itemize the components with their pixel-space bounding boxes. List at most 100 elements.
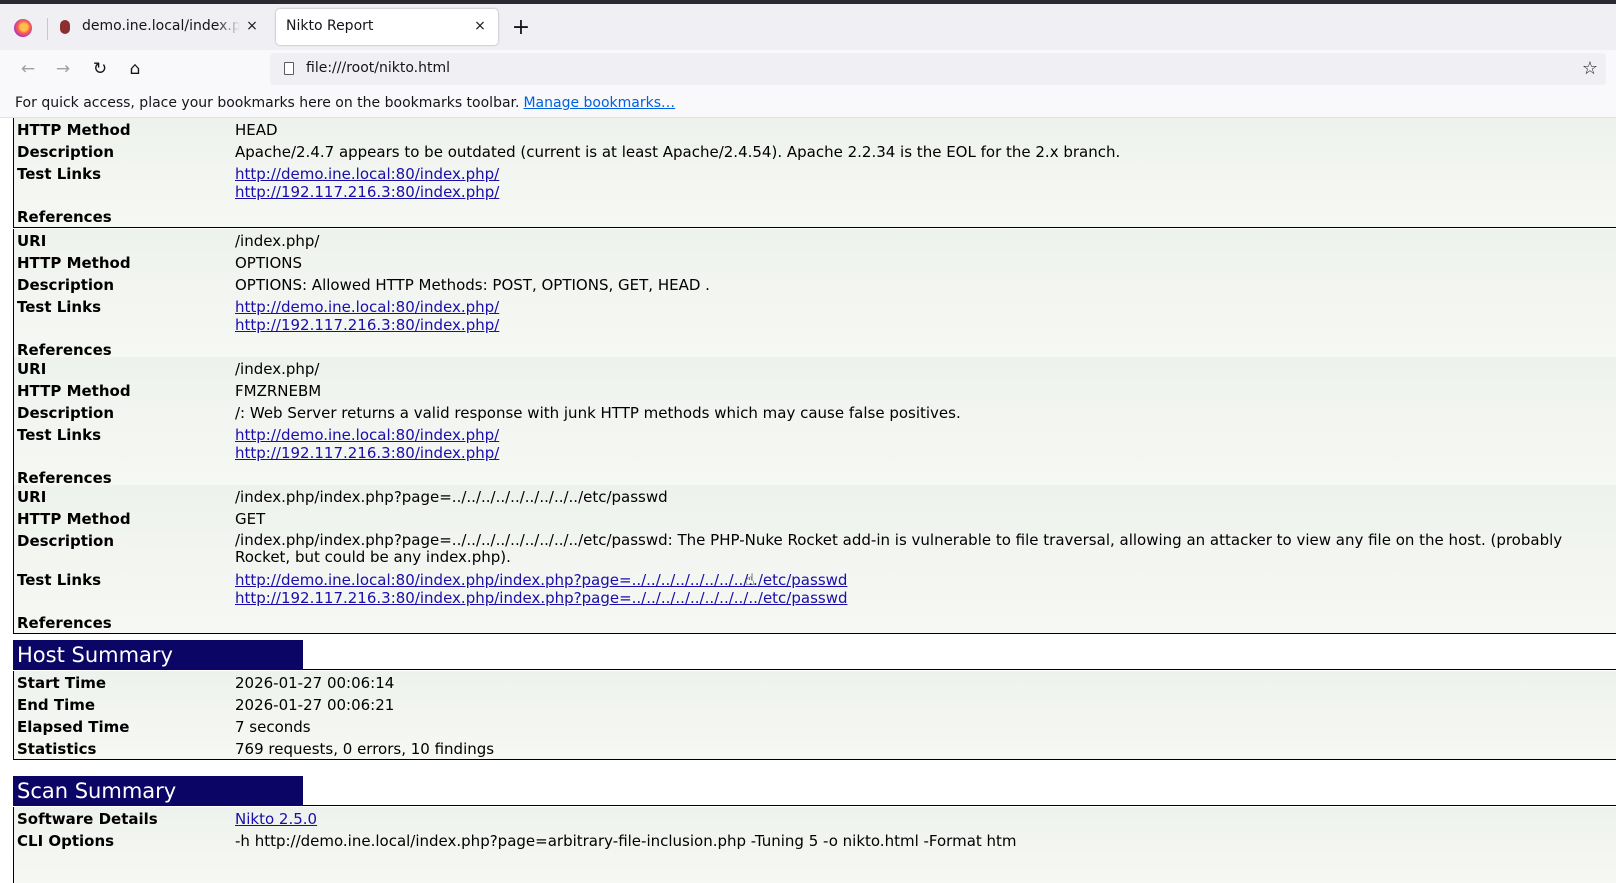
uri-value: /index.php/ [235, 232, 320, 250]
host-summary-row: Start Time 2026-01-27 00:06:14 [14, 671, 1616, 693]
test-links-row: Test Links http://demo.ine.local:80/inde… [14, 423, 1616, 462]
uri-row: URI /index.php/ [14, 229, 1616, 251]
description-row: Description /: Web Server returns a vali… [14, 401, 1616, 423]
test-links-label: Test Links [17, 298, 102, 316]
test-links: http://demo.ine.local:80/index.php/index… [235, 571, 1595, 607]
software-details-value: Nikto 2.5.0 [235, 810, 1595, 828]
description-label: Description [17, 276, 115, 294]
test-link[interactable]: http://192.117.216.3:80/index.php/index.… [235, 589, 1595, 607]
finding-table: HTTP Method HEAD Description Apache/2.4.… [13, 118, 1616, 228]
description-row: Description Apache/2.4.7 appears to be o… [14, 140, 1616, 162]
section-divider [303, 805, 1616, 806]
test-links-row: Test Links http://demo.ine.local:80/inde… [14, 568, 1616, 607]
hand-cursor-icon: ☝ [745, 570, 755, 589]
references-row: References [14, 201, 1616, 227]
uri-row: URI /index.php/ [14, 357, 1616, 379]
url-text[interactable]: file:///root/nikto.html [306, 60, 450, 76]
page-content: HTTP Method HEAD Description Apache/2.4.… [0, 118, 1616, 883]
bookmarks-hint: For quick access, place your bookmarks h… [15, 95, 675, 111]
tab-title: demo.ine.local/index.php?page=arbitrary-… [82, 18, 240, 34]
bookmarks-hint-text: For quick access, place your bookmarks h… [15, 95, 520, 111]
test-links: http://demo.ine.local:80/index.php/ http… [235, 298, 1595, 334]
finding-table: URI /index.php/index.php?page=../../../.… [13, 485, 1616, 634]
firefox-menu-icon[interactable] [14, 19, 32, 37]
back-button[interactable]: ← [16, 58, 40, 80]
forward-button[interactable]: → [51, 58, 75, 80]
method-label: HTTP Method [17, 510, 131, 528]
url-bar[interactable]: file:///root/nikto.html ☆ [270, 53, 1606, 85]
description-row: Description OPTIONS: Allowed HTTP Method… [14, 273, 1616, 295]
test-link[interactable]: http://192.117.216.3:80/index.php/ [235, 444, 1595, 462]
method-value: GET [235, 510, 266, 528]
host-summary-row: Statistics 769 requests, 0 errors, 10 fi… [14, 737, 1616, 759]
method-value: OPTIONS [235, 254, 302, 272]
method-row: HTTP Method HEAD [14, 118, 1616, 140]
test-links: http://demo.ine.local:80/index.php/ http… [235, 426, 1595, 462]
page-icon [284, 62, 294, 75]
uri-label: URI [17, 488, 47, 506]
software-link[interactable]: Nikto 2.5.0 [235, 810, 1595, 828]
test-links-label: Test Links [17, 571, 102, 589]
elapsed-time-label: Elapsed Time [17, 718, 130, 736]
method-label: HTTP Method [17, 254, 131, 272]
test-link[interactable]: http://demo.ine.local:80/index.php/index… [235, 571, 1595, 589]
references-label: References [17, 208, 112, 226]
scan-summary-header: Scan Summary [13, 776, 303, 806]
start-time-label: Start Time [17, 674, 107, 692]
method-row: HTTP Method FMZRNEBM [14, 379, 1616, 401]
tab-nikto-report[interactable]: Nikto Report × [276, 9, 498, 45]
cli-options-label: CLI Options [17, 832, 115, 850]
host-summary-row: End Time 2026-01-27 00:06:21 [14, 693, 1616, 715]
test-links-label: Test Links [17, 165, 102, 183]
uri-value: /index.php/index.php?page=../../../../..… [235, 488, 668, 506]
method-row: HTTP Method OPTIONS [14, 251, 1616, 273]
method-value: HEAD [235, 121, 278, 139]
test-link[interactable]: http://demo.ine.local:80/index.php/ [235, 165, 1595, 183]
description-label: Description [17, 143, 115, 161]
tab-title: Nikto Report [286, 18, 374, 34]
test-links-row: Test Links http://demo.ine.local:80/inde… [14, 295, 1616, 334]
host-summary-header: Host Summary [13, 640, 303, 670]
scan-summary-title: Scan Summary [17, 779, 177, 803]
description-label: Description [17, 532, 115, 550]
method-label: HTTP Method [17, 382, 131, 400]
test-links: http://demo.ine.local:80/index.php/ http… [235, 165, 1595, 201]
description-value: Apache/2.4.7 appears to be outdated (cur… [235, 143, 1121, 161]
new-tab-button[interactable]: + [510, 17, 532, 39]
navigation-toolbar: ← → ↻ ⌂ file:///root/nikto.html ☆ [0, 50, 1616, 88]
description-value: /: Web Server returns a valid response w… [235, 404, 961, 422]
manage-bookmarks-link[interactable]: Manage bookmarks… [523, 95, 675, 111]
description-value: /index.php/index.php?page=../../../../..… [235, 531, 1563, 566]
test-links-label: Test Links [17, 426, 102, 444]
host-summary-row: Elapsed Time 7 seconds [14, 715, 1616, 737]
tab-close-icon[interactable]: × [470, 16, 490, 36]
uri-row: URI /index.php/index.php?page=../../../.… [14, 485, 1616, 507]
uri-label: URI [17, 360, 47, 378]
cli-options-value: -h http://demo.ine.local/index.php?page=… [235, 832, 1017, 850]
host-summary-table: Start Time 2026-01-27 00:06:14 End Time … [13, 671, 1616, 760]
method-value: FMZRNEBM [235, 382, 322, 400]
test-link[interactable]: http://192.117.216.3:80/index.php/ [235, 316, 1595, 334]
test-link[interactable]: http://192.117.216.3:80/index.php/ [235, 183, 1595, 201]
finding-table: URI /index.php/ HTTP Method FMZRNEBM Des… [13, 357, 1616, 489]
section-divider [303, 669, 1616, 670]
statistics-label: Statistics [17, 740, 97, 758]
uri-label: URI [17, 232, 47, 250]
bookmark-star-icon[interactable]: ☆ [1582, 58, 1598, 79]
scan-summary-row: Software Details Nikto 2.5.0 [14, 807, 1616, 829]
description-label: Description [17, 404, 115, 422]
software-details-label: Software Details [17, 810, 158, 828]
test-link[interactable]: http://demo.ine.local:80/index.php/ [235, 426, 1595, 444]
reload-button[interactable]: ↻ [88, 58, 112, 80]
test-link[interactable]: http://demo.ine.local:80/index.php/ [235, 298, 1595, 316]
home-button[interactable]: ⌂ [123, 58, 147, 80]
bookmarks-toolbar: For quick access, place your bookmarks h… [0, 88, 1616, 118]
description-row: Description /index.php/index.php?page=..… [14, 529, 1616, 568]
elapsed-time-value: 7 seconds [235, 718, 311, 736]
scan-summary-table: Software Details Nikto 2.5.0 CLI Options… [13, 807, 1616, 883]
scan-summary-row: CLI Options -h http://demo.ine.local/ind… [14, 829, 1616, 851]
tab-bar: demo.ine.local/index.php?page=arbitrary-… [0, 4, 1616, 50]
uri-value: /index.php/ [235, 360, 320, 378]
tab-close-icon[interactable]: × [242, 16, 262, 36]
tab-demo-ine[interactable]: demo.ine.local/index.php?page=arbitrary-… [48, 9, 270, 45]
